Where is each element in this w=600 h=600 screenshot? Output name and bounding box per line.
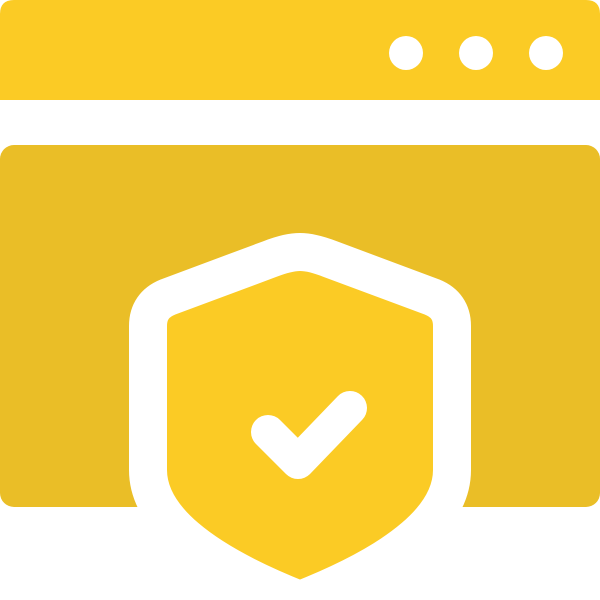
window-controls: [389, 36, 563, 70]
secure-browser-shield-icon: [0, 0, 600, 600]
shield-icon: [129, 233, 471, 600]
secure-browser-icon-canvas: [0, 0, 600, 600]
window-dot-icon: [459, 36, 493, 70]
window-dot-icon: [389, 36, 423, 70]
window-dot-icon: [529, 36, 563, 70]
browser-title-bar: [0, 0, 600, 100]
